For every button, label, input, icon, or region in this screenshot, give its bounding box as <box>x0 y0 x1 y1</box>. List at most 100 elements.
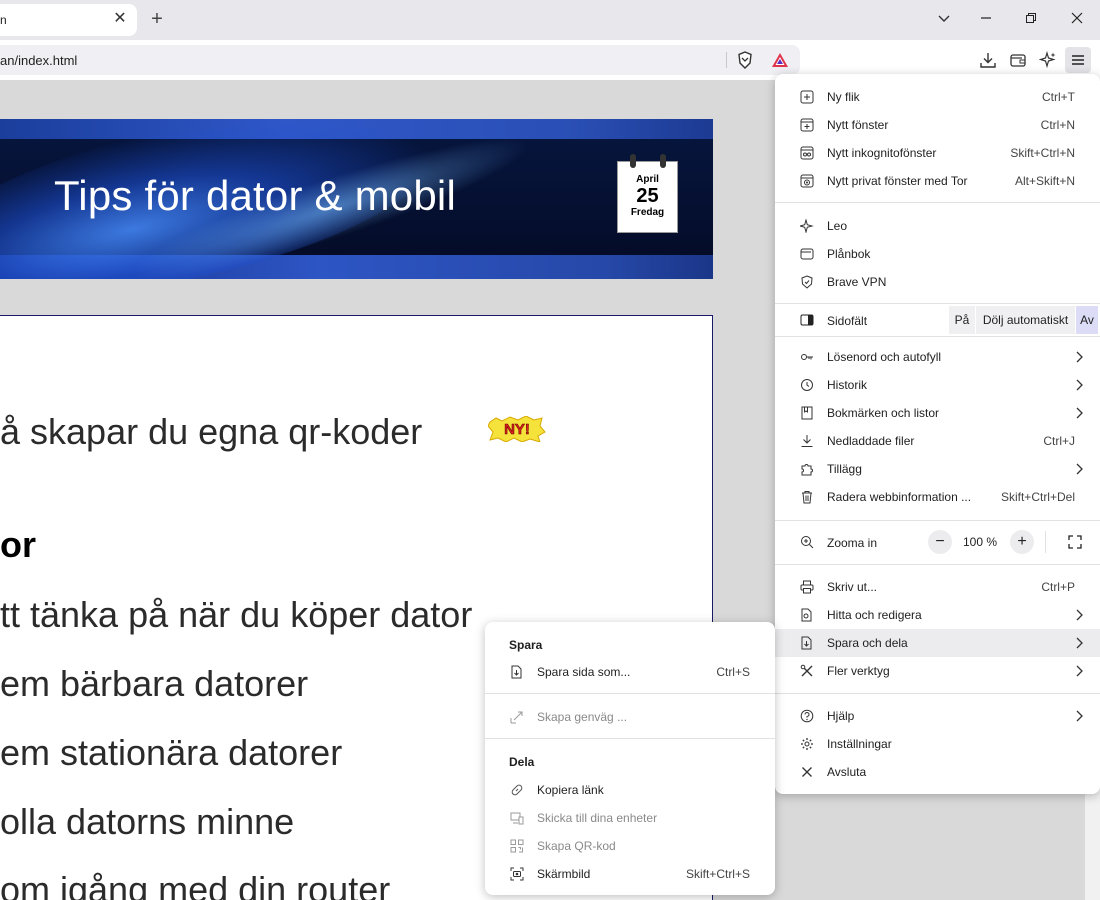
article-link-desktops[interactable]: em stationära datorer <box>0 732 342 774</box>
submenu-label: Skicka till dina enheter <box>537 811 658 825</box>
article-link-memory[interactable]: olla datorns minne <box>0 801 294 843</box>
menu-label: Fler verktyg <box>827 664 890 678</box>
article-link-qr[interactable]: å skapar du egna qr-koder <box>0 411 422 453</box>
save-page-icon <box>509 664 525 680</box>
sidebar-option-autohide[interactable]: Dölj automatiskt <box>976 306 1075 334</box>
brave-shields-icon[interactable] <box>733 48 757 72</box>
close-window-button[interactable] <box>1063 6 1091 34</box>
submenu-item-screenshot[interactable]: Skärmbild Skift+Ctrl+S <box>485 860 775 888</box>
active-tab[interactable]: n ✕ <box>0 4 137 36</box>
menu-label: Bokmärken och listor <box>827 406 940 420</box>
menu-label: Ny flik <box>827 90 860 104</box>
submenu-item-create-shortcut[interactable]: Skapa genväg ... <box>485 703 775 731</box>
menu-shortcut: Ctrl+P <box>1041 580 1075 594</box>
menu-label: Hitta och redigera <box>827 608 922 622</box>
menu-shortcut: Alt+Skift+N <box>1014 174 1075 188</box>
sidebar-option-on[interactable]: På <box>949 306 975 334</box>
qr-code-icon <box>509 838 525 854</box>
article-link-router[interactable]: om igång med din router <box>0 869 390 900</box>
new-window-icon <box>799 117 815 133</box>
menu-label: Plånbok <box>827 247 871 261</box>
chevron-right-icon <box>1076 379 1083 391</box>
calendar-ring-icon <box>630 154 636 168</box>
submenu-item-qr-code[interactable]: Skapa QR-kod <box>485 832 775 860</box>
submenu-header-save: Spara <box>509 638 543 652</box>
menu-item-print[interactable]: Skriv ut... Ctrl+P <box>775 573 1100 601</box>
wallet-icon[interactable] <box>1006 48 1030 72</box>
address-bar[interactable]: an/index.html <box>0 45 800 75</box>
chevron-right-icon <box>1076 637 1083 649</box>
menu-item-more-tools[interactable]: Fler verktyg <box>775 657 1100 685</box>
menu-separator <box>775 202 1100 203</box>
bookmark-icon <box>799 405 815 421</box>
menu-item-clear-data[interactable]: Radera webbinformation ... Skift+Ctrl+De… <box>775 483 1100 511</box>
submenu-item-copy-link[interactable]: Kopiera länk <box>485 776 775 804</box>
zoom-in-button[interactable]: + <box>1010 530 1034 554</box>
menu-item-passwords[interactable]: Lösenord och autofyll <box>775 343 1100 371</box>
download-icon <box>799 433 815 449</box>
menu-item-extensions[interactable]: Tillägg <box>775 455 1100 483</box>
new-tab-button[interactable]: + <box>146 8 168 30</box>
menu-label: Hjälp <box>827 709 855 723</box>
submenu-item-save-page[interactable]: Spara sida som... Ctrl+S <box>485 658 775 686</box>
menu-item-help[interactable]: Hjälp <box>775 702 1100 730</box>
leo-icon <box>799 218 815 234</box>
url-text: an/index.html <box>0 53 78 68</box>
menu-shortcut: Ctrl+T <box>1042 90 1075 104</box>
submenu-label: Skärmbild <box>537 867 591 881</box>
link-icon <box>509 782 525 798</box>
menu-item-new-window[interactable]: Nytt fönster Ctrl+N <box>775 111 1100 139</box>
menu-item-downloads[interactable]: Nedladdade filer Ctrl+J <box>775 427 1100 455</box>
menu-separator <box>775 336 1100 337</box>
save-share-submenu: Spara Spara sida som... Ctrl+S Skapa gen… <box>485 622 775 895</box>
gear-icon <box>799 736 815 752</box>
close-icon <box>799 764 815 780</box>
submenu-header-share: Dela <box>509 755 535 769</box>
menu-item-vpn[interactable]: Brave VPN <box>775 268 1100 296</box>
menu-shortcut: Skift+Ctrl+N <box>1010 146 1075 160</box>
menu-shortcut: Ctrl+J <box>1043 434 1075 448</box>
menu-label: Spara och dela <box>827 636 908 650</box>
zoom-label: Zooma in <box>827 536 878 550</box>
menu-label: Nytt inkognitofönster <box>827 146 937 160</box>
menu-item-exit[interactable]: Avsluta <box>775 758 1100 786</box>
menu-item-history[interactable]: Historik <box>775 371 1100 399</box>
submenu-item-send-devices[interactable]: Skicka till dina enheter <box>485 804 775 832</box>
restore-button[interactable] <box>1017 6 1045 34</box>
downloads-icon[interactable] <box>976 48 1000 72</box>
menu-item-save-share[interactable]: Spara och dela <box>775 629 1100 657</box>
menu-item-tor-window[interactable]: Nytt privat fönster med Tor Alt+Skift+N <box>775 167 1100 195</box>
section-heading: or <box>0 524 36 565</box>
zoom-out-button[interactable]: − <box>928 530 952 554</box>
article-link-laptops[interactable]: em bärbara datorer <box>0 663 308 705</box>
tor-window-icon <box>799 173 815 189</box>
menu-item-bookmarks[interactable]: Bokmärken och listor <box>775 399 1100 427</box>
menu-label: Skriv ut... <box>827 580 878 594</box>
minimize-button[interactable] <box>972 6 1000 34</box>
calendar-month: April <box>636 174 659 185</box>
menu-separator <box>775 564 1100 565</box>
chevron-right-icon <box>1076 463 1083 475</box>
new-badge-icon: NY! <box>488 416 546 442</box>
chevron-right-icon <box>1076 407 1083 419</box>
brave-rewards-icon[interactable] <box>768 48 792 72</box>
menu-item-leo[interactable]: Leo <box>775 212 1100 240</box>
menu-item-incognito[interactable]: Nytt inkognitofönster Skift+Ctrl+N <box>775 139 1100 167</box>
menu-item-settings[interactable]: Inställningar <box>775 730 1100 758</box>
menu-item-wallet[interactable]: Plånbok <box>775 240 1100 268</box>
article-link-buy[interactable]: tt tänka på när du köper dator <box>0 594 472 636</box>
tab-search-dropdown-icon[interactable] <box>930 6 958 34</box>
menu-item-find-edit[interactable]: Hitta och redigera <box>775 601 1100 629</box>
close-tab-icon[interactable]: ✕ <box>111 10 129 28</box>
submenu-label: Skapa QR-kod <box>537 839 616 853</box>
fullscreen-icon[interactable] <box>1063 530 1087 554</box>
leo-ai-icon[interactable] <box>1036 48 1060 72</box>
submenu-label: Skapa genväg ... <box>537 710 628 724</box>
sidebar-option-off[interactable]: Av <box>1076 306 1098 334</box>
menu-label: Inställningar <box>827 737 892 751</box>
calendar-widget: April 25 Fredag <box>617 154 678 233</box>
menu-label: Tillägg <box>827 462 862 476</box>
main-menu-icon[interactable] <box>1065 47 1091 73</box>
vpn-shield-icon <box>799 274 815 290</box>
menu-item-new-tab[interactable]: Ny flik Ctrl+T <box>775 83 1100 111</box>
